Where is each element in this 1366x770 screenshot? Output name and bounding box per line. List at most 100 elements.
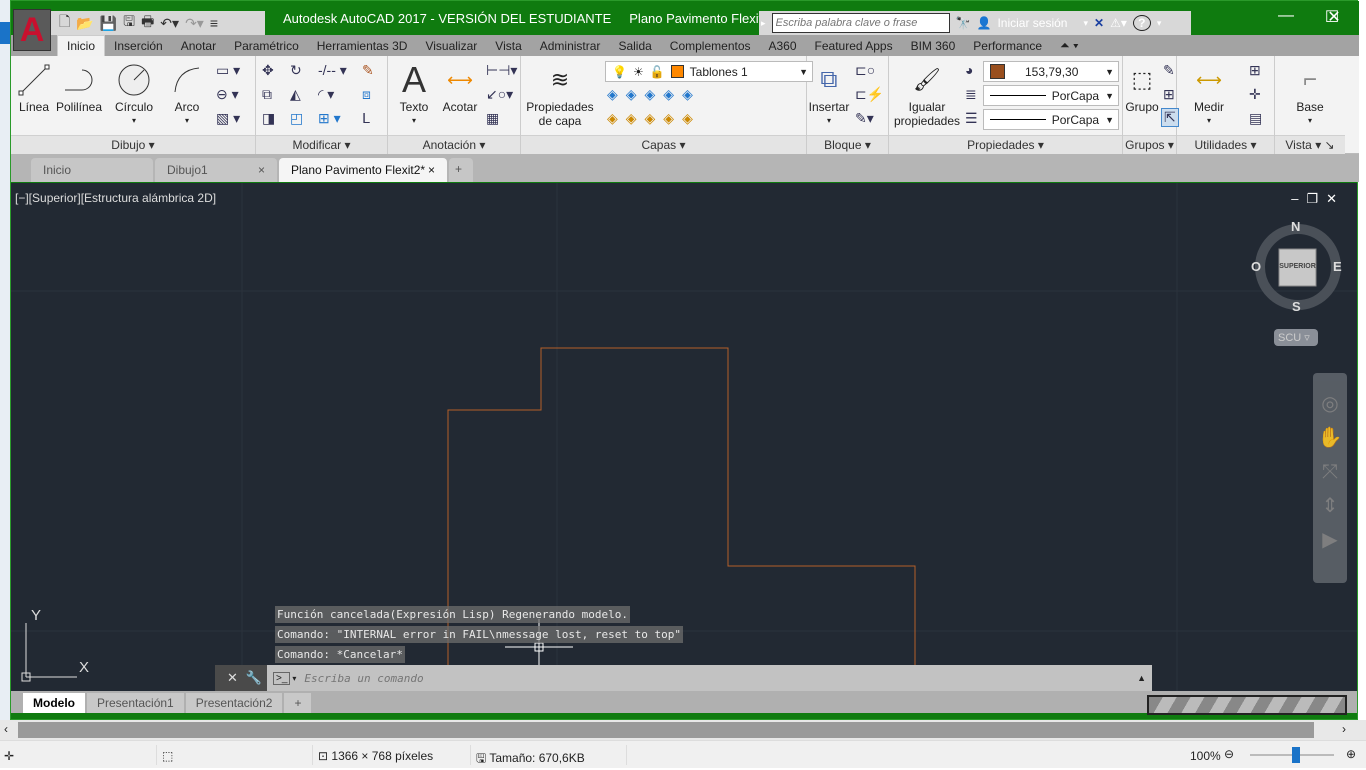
group-button[interactable]: ⬚ Grupo	[1125, 60, 1159, 115]
scale-icon[interactable]: ◰	[290, 110, 303, 127]
doc-tab-inicio[interactable]: Inicio	[31, 158, 153, 182]
tab-anotar[interactable]: Anotar	[172, 36, 225, 56]
application-menu-button[interactable]: A	[13, 9, 51, 51]
save-icon[interactable]: 💾	[100, 15, 117, 32]
linetype-dropdown[interactable]: PorCapa ▼	[983, 85, 1119, 106]
tab-parametrico[interactable]: Paramétrico	[225, 36, 308, 56]
drawing-viewport[interactable]: Y X [−][Superior][Estructura alámbrica 2…	[11, 183, 1357, 691]
array-icon[interactable]: ⊞ ▾	[318, 110, 341, 127]
viewcube-face[interactable]: SUPERIOR	[1279, 263, 1316, 270]
panel-label-bloque[interactable]: Bloque ▾	[807, 135, 888, 154]
id-point-icon[interactable]: ✛	[1249, 86, 1261, 103]
tab-performance[interactable]: Performance	[964, 36, 1051, 56]
panel-label-modificar[interactable]: Modificar ▾	[256, 135, 387, 154]
trim-icon[interactable]: -/-- ▾	[318, 62, 347, 79]
color-dropdown[interactable]: 153,79,30 ▼	[983, 61, 1119, 82]
leader-icon[interactable]: ↙○▾	[486, 86, 513, 103]
fillet-icon[interactable]: ◜ ▾	[318, 86, 334, 103]
open-icon[interactable]: 📂	[76, 15, 93, 32]
doc-tab-plano[interactable]: Plano Pavimento Flexit2* ×	[279, 158, 447, 182]
viewport-controls-label[interactable]: [−][Superior][Estructura alámbrica 2D]	[15, 191, 216, 205]
zoom-out-button[interactable]: ⊖	[1224, 747, 1234, 761]
pan-icon[interactable]: ✋	[1313, 421, 1347, 455]
ucs-menu[interactable]: SCU ▿	[1274, 329, 1318, 346]
showmotion-icon[interactable]: ▶	[1313, 523, 1347, 557]
rotate-icon[interactable]: ↻	[290, 62, 302, 79]
lineweight-dropdown[interactable]: PorCapa ▼	[983, 109, 1119, 130]
minimize-button[interactable]: —	[1263, 7, 1309, 29]
ungroup-icon[interactable]: ✎	[1163, 62, 1175, 79]
save-as-icon[interactable]: 🖫	[123, 11, 135, 35]
add-layout-button[interactable]: +	[284, 693, 312, 713]
a360-icon[interactable]: ⚠▾	[1110, 16, 1127, 30]
panel-label-propiedades[interactable]: Propiedades ▾	[889, 135, 1122, 154]
tab-visualizar[interactable]: Visualizar	[416, 36, 486, 56]
hatch-icon[interactable]: ▧ ▾	[216, 110, 240, 127]
print-icon[interactable]: 🖶	[141, 11, 154, 35]
quick-select-icon[interactable]: ⊞	[1249, 62, 1261, 79]
panel-label-capas[interactable]: Capas ▾	[521, 135, 806, 154]
stretch-icon[interactable]: ◨	[262, 110, 275, 127]
signin-button[interactable]: Iniciar sesión	[997, 16, 1067, 30]
close-button[interactable]: ✕	[1311, 7, 1357, 29]
base-view-button[interactable]: ⌐ Base ▾	[1285, 60, 1335, 128]
tab-a360[interactable]: A360	[760, 36, 806, 56]
tab-administrar[interactable]: Administrar	[531, 36, 610, 56]
circle-button[interactable]: Círculo ▾	[111, 60, 157, 128]
layout-tab-presentacion2[interactable]: Presentación2	[185, 693, 283, 713]
panel-label-grupos[interactable]: Grupos ▾	[1123, 135, 1176, 154]
compass-south[interactable]: S	[1292, 299, 1301, 314]
edit-block-icon[interactable]: ⊏⚡	[855, 86, 884, 103]
linear-dim-icon[interactable]: ⊢⊣▾	[486, 62, 517, 79]
steering-wheel-icon[interactable]: ◎	[1313, 387, 1347, 421]
layout-tab-presentacion1[interactable]: Presentación1	[87, 693, 184, 713]
attribute-icon[interactable]: ✎▾	[855, 110, 874, 127]
offset-icon[interactable]: ᒪ	[362, 110, 370, 127]
search-input[interactable]	[771, 13, 950, 33]
compass-north[interactable]: N	[1291, 219, 1300, 234]
calculator-icon[interactable]: ▤	[1249, 110, 1262, 127]
wrench-icon[interactable]: 🔧	[246, 670, 262, 686]
close-icon[interactable]: ✕	[227, 670, 238, 686]
horizontal-scrollbar[interactable]: ‹ ›	[0, 720, 1366, 740]
exchange-icon[interactable]: ✕	[1094, 16, 1104, 30]
layer-tools-row1-icon[interactable]: ◈◈◈◈◈	[607, 86, 701, 103]
compass-west[interactable]: O	[1251, 259, 1261, 274]
polyline-button[interactable]: Polilínea	[55, 60, 103, 114]
dimension-button[interactable]: ⟷ Acotar	[438, 60, 482, 114]
panel-label-vista[interactable]: Vista ▾ ↘	[1275, 135, 1345, 154]
command-history-toggle-icon[interactable]: ▲	[1137, 673, 1146, 683]
panel-label-dibujo[interactable]: Dibujo ▾	[11, 135, 255, 154]
measure-button[interactable]: ⟷ Medir ▾	[1181, 60, 1237, 128]
compass-east[interactable]: E	[1333, 259, 1342, 274]
ribbon-minimize-icon[interactable]: ⏶ ▾	[1051, 35, 1088, 56]
arc-button[interactable]: Arco ▾	[167, 60, 207, 128]
zoom-slider[interactable]	[1250, 747, 1334, 763]
new-icon[interactable]: 🗋	[59, 11, 70, 35]
layout-tab-modelo[interactable]: Modelo	[23, 693, 85, 713]
array-3d-icon[interactable]: ⧈	[362, 86, 371, 103]
orbit-icon[interactable]: ⇕	[1313, 489, 1347, 523]
copy-icon[interactable]: ⧉	[262, 86, 272, 103]
table-icon[interactable]: ▦	[486, 110, 499, 127]
command-input[interactable]	[296, 666, 1138, 690]
move-icon[interactable]: ✥	[262, 62, 274, 79]
doc-tab-dibujo1[interactable]: Dibujo1 ×	[155, 158, 277, 182]
tab-salida[interactable]: Salida	[609, 36, 660, 56]
new-tab-button[interactable]: +	[449, 158, 473, 182]
tab-inicio[interactable]: Inicio	[57, 35, 106, 56]
zoom-in-button[interactable]: ⊕	[1346, 747, 1356, 761]
mirror-icon[interactable]: ◭	[290, 86, 301, 103]
text-button[interactable]: A Texto ▾	[394, 60, 434, 128]
layer-properties-button[interactable]: ≋ Propiedades de capa	[525, 60, 595, 129]
redo-icon[interactable]: ↷▾	[185, 15, 204, 32]
zoom-slider-thumb[interactable]	[1292, 747, 1301, 763]
match-brush-icon[interactable]: ✎	[362, 62, 374, 79]
rectangle-icon[interactable]: ▭ ▾	[216, 62, 240, 79]
line-button[interactable]: Línea	[15, 60, 53, 114]
tab-vista[interactable]: Vista	[486, 36, 530, 56]
customize-icon[interactable]: ≡	[210, 15, 218, 31]
tab-herramientas-3d[interactable]: Herramientas 3D	[308, 36, 417, 56]
command-prompt-icon[interactable]: >_	[273, 671, 291, 685]
help-icon[interactable]: ?	[1132, 15, 1151, 31]
